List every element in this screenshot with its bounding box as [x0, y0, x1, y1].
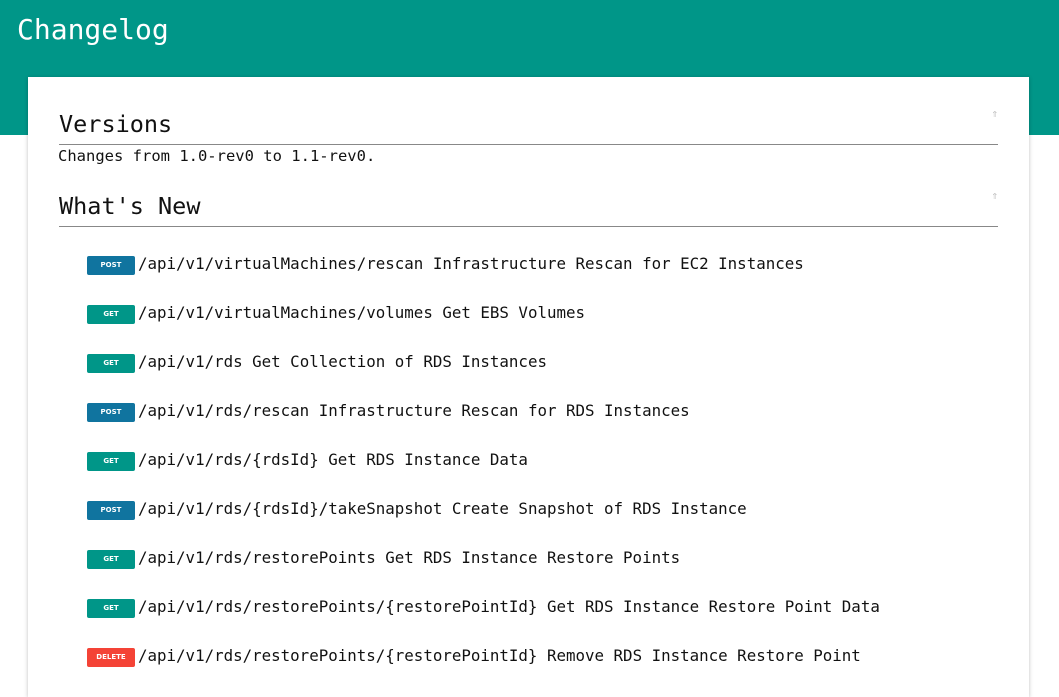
endpoint-path[interactable]: /api/v1/rds/restorePoints — [138, 548, 376, 567]
method-badge: POST — [87, 255, 135, 275]
whats-new-title: What's New — [59, 192, 201, 220]
endpoint-path[interactable]: /api/v1/virtualMachines/volumes — [138, 303, 433, 322]
endpoint-item[interactable]: GET/api/v1/rds Get Collection of RDS Ins… — [87, 351, 547, 373]
back-to-top-icon[interactable]: ⇑ — [991, 107, 998, 120]
method-badge: GET — [87, 598, 135, 618]
endpoint-path[interactable]: /api/v1/virtualMachines/rescan — [138, 254, 423, 273]
endpoint-path[interactable]: /api/v1/rds/{rdsId}/takeSnapshot — [138, 499, 442, 518]
endpoint-item[interactable]: GET/api/v1/rds/restorePoints/{restorePoi… — [87, 596, 880, 618]
endpoint-path[interactable]: /api/v1/rds/rescan — [138, 401, 309, 420]
endpoint-item[interactable]: DELETE/api/v1/rds/restorePoints/{restore… — [87, 645, 861, 667]
method-badge: DELETE — [87, 647, 135, 667]
method-badge: GET — [87, 304, 135, 324]
endpoint-item[interactable]: POST/api/v1/rds/rescan Infrastructure Re… — [87, 400, 690, 422]
endpoint-summary: Get RDS Instance Restore Points — [385, 547, 681, 567]
method-badge: GET — [87, 353, 135, 373]
method-badge: POST — [87, 500, 135, 520]
endpoint-summary: Get Collection of RDS Instances — [252, 351, 547, 371]
versions-section-header: Versions ⇑ — [59, 77, 998, 145]
endpoint-summary: Infrastructure Rescan for EC2 Instances — [432, 253, 804, 273]
whats-new-section-header: What's New ⇑ — [59, 159, 998, 227]
endpoint-item[interactable]: POST/api/v1/rds/{rdsId}/takeSnapshot Cre… — [87, 498, 747, 520]
page-title: Changelog — [17, 13, 169, 46]
endpoint-item[interactable]: GET/api/v1/virtualMachines/volumes Get E… — [87, 302, 586, 324]
endpoint-item[interactable]: POST/api/v1/virtualMachines/rescan Infra… — [87, 253, 804, 275]
endpoint-summary: Infrastructure Rescan for RDS Instances — [318, 400, 690, 420]
back-to-top-icon[interactable]: ⇑ — [991, 189, 998, 202]
method-badge: GET — [87, 549, 135, 569]
endpoint-item[interactable]: GET/api/v1/rds/restorePoints Get RDS Ins… — [87, 547, 681, 569]
versions-title: Versions — [59, 110, 173, 138]
endpoint-summary: Get RDS Instance Data — [328, 449, 528, 469]
changelog-card: Versions ⇑ Changes from 1.0-rev0 to 1.1-… — [28, 77, 1029, 697]
endpoint-summary: Remove RDS Instance Restore Point — [546, 645, 861, 665]
endpoint-item[interactable]: GET/api/v1/rds/{rdsId} Get RDS Instance … — [87, 449, 528, 471]
endpoint-path[interactable]: /api/v1/rds/restorePoints/{restorePointI… — [138, 646, 537, 665]
endpoint-path[interactable]: /api/v1/rds/restorePoints/{restorePointI… — [138, 597, 537, 616]
endpoint-summary: Get EBS Volumes — [442, 302, 586, 322]
method-badge: GET — [87, 451, 135, 471]
endpoint-path[interactable]: /api/v1/rds — [138, 352, 243, 371]
endpoint-summary: Create Snapshot of RDS Instance — [451, 498, 747, 518]
endpoint-summary: Get RDS Instance Restore Point Data — [546, 596, 880, 616]
method-badge: POST — [87, 402, 135, 422]
endpoint-path[interactable]: /api/v1/rds/{rdsId} — [138, 450, 319, 469]
